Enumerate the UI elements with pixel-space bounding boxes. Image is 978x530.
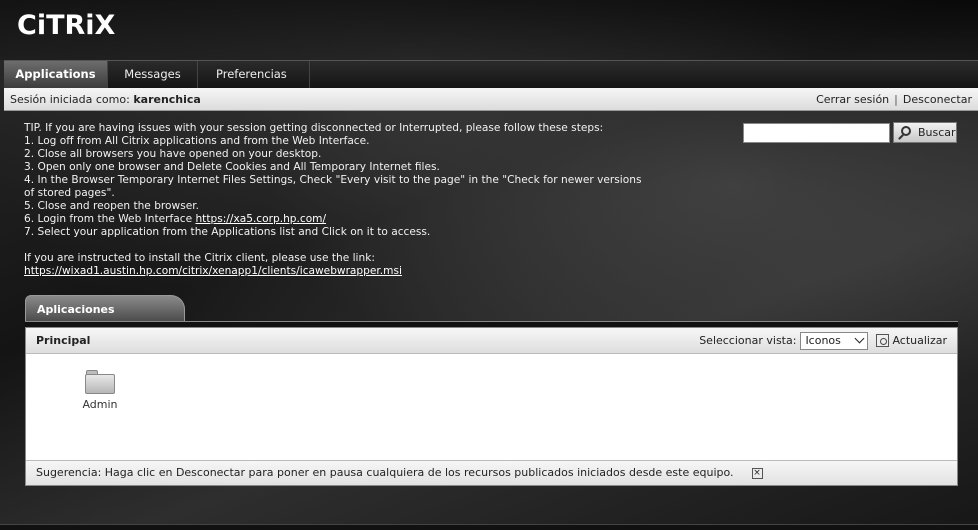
tab-preferencias-label: Preferencias (216, 67, 287, 81)
app-admin[interactable]: Admin (78, 370, 122, 411)
chevron-down-icon (854, 333, 865, 343)
tip-line: TIP. If you are having issues with your … (24, 122, 604, 134)
session-label: Sesión iniciada como: (10, 93, 130, 106)
logoff-link[interactable]: Cerrar sesión (816, 93, 889, 106)
tip-line: 2. Close all browsers you have opened on… (24, 148, 322, 160)
tip-line: 6. Login from the Web Interface https://… (24, 213, 644, 226)
username: karenchica (133, 93, 201, 106)
main-nav: Applications Messages Preferencias (4, 60, 978, 104)
refresh-label: Actualizar (892, 334, 947, 347)
tip-line: 7. Select your application from the Appl… (24, 226, 431, 238)
close-icon[interactable]: × (751, 467, 763, 479)
session-info: Sesión iniciada como: karenchica (10, 88, 201, 110)
disconnect-link[interactable]: Desconectar (903, 93, 972, 106)
tab-applications[interactable]: Applications (4, 61, 108, 88)
tab-preferencias[interactable]: Preferencias (198, 61, 310, 104)
refresh-icon (876, 334, 890, 347)
web-interface-link[interactable]: https://xa5.corp.hp.com/ (195, 213, 326, 225)
tip-line-text: 6. Login from the Web Interface (24, 213, 196, 225)
tip-line: 1. Log off from All Citrix applications … (24, 135, 370, 147)
view-select[interactable]: Iconos (800, 331, 869, 350)
citrix-logo: CiTRiX (17, 10, 116, 41)
tab-messages[interactable]: Messages (108, 61, 198, 88)
app-label: Admin (82, 398, 118, 411)
header: CiTRiX (0, 0, 978, 60)
install-client-link[interactable]: https://wixad1.austin.hp.com/citrix/xena… (24, 265, 402, 277)
search-button-label: Buscar (918, 126, 956, 139)
footer-line (0, 524, 978, 530)
hint-bar: Sugerencia: Haga clic en Desconectar par… (26, 460, 957, 485)
search-button[interactable]: Buscar (893, 122, 957, 143)
tip-line: 4. In the Browser Temporary Internet Fil… (24, 174, 642, 199)
tip-line: 5. Close and reopen the browser. (24, 200, 199, 212)
panel-header: Principal Seleccionar vista: Iconos Actu… (26, 328, 957, 354)
install-line: https://wixad1.austin.hp.com/citrix/xena… (24, 265, 644, 278)
view-controls: Seleccionar vista: Iconos Actualizar (699, 331, 947, 350)
search-icon (901, 126, 911, 136)
hint-text: Sugerencia: Haga clic en Desconectar par… (36, 466, 734, 479)
folder-body (85, 374, 115, 394)
tab-aplicaciones[interactable]: Aplicaciones (25, 295, 185, 322)
view-label: Seleccionar vista: (699, 334, 797, 347)
user-bar: Sesión iniciada como: karenchica Cerrar … (4, 88, 978, 111)
section-title: Principal (36, 334, 91, 347)
session-links: Cerrar sesión | Desconectar (816, 88, 972, 110)
refresh-button[interactable]: Actualizar (876, 334, 947, 347)
applications-panel: Principal Seleccionar vista: Iconos Actu… (25, 327, 958, 486)
view-select-value: Iconos (805, 333, 841, 347)
link-separator: | (894, 93, 898, 106)
search-input[interactable] (743, 123, 890, 143)
folder-icon (85, 370, 115, 394)
tip-message: TIP. If you are having issues with your … (24, 122, 644, 278)
tip-line: 3. Open only one browser and Delete Cook… (24, 161, 440, 173)
install-text: If you are instructed to install the Cit… (24, 252, 375, 264)
